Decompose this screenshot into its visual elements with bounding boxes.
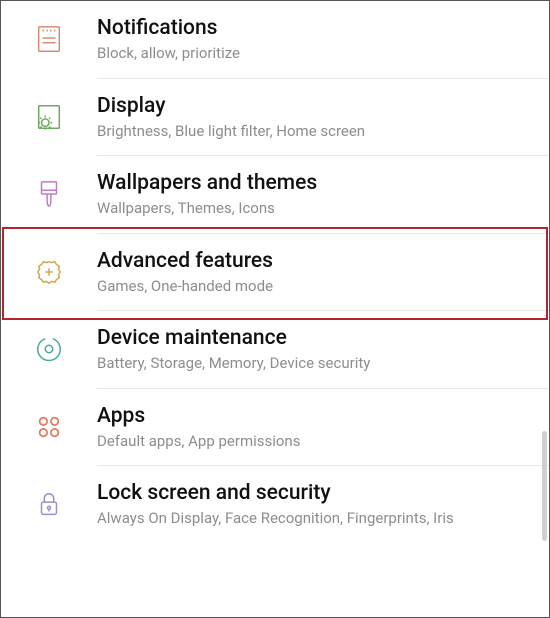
paintbrush-icon <box>1 179 97 209</box>
settings-item-title: Notifications <box>97 15 533 41</box>
settings-item-title: Wallpapers and themes <box>97 170 533 196</box>
settings-item-apps[interactable]: Apps Default apps, App permissions <box>1 389 549 466</box>
settings-item-subtitle: Brightness, Blue light filter, Home scre… <box>97 121 533 141</box>
settings-list: Notifications Block, allow, prioritize D… <box>1 1 549 535</box>
apps-grid-icon <box>1 412 97 442</box>
settings-item-subtitle: Block, allow, prioritize <box>97 43 533 63</box>
settings-item-title: Advanced features <box>97 248 533 274</box>
settings-item-subtitle: Games, One-handed mode <box>97 276 533 296</box>
lock-icon <box>1 489 97 519</box>
settings-item-subtitle: Always On Display, Face Recognition, Fin… <box>97 508 533 528</box>
display-icon <box>1 102 97 132</box>
power-circle-icon <box>1 334 97 364</box>
settings-item-title: Device maintenance <box>97 325 533 351</box>
settings-item-subtitle: Battery, Storage, Memory, Device securit… <box>97 353 533 373</box>
settings-item-notifications[interactable]: Notifications Block, allow, prioritize <box>1 1 549 78</box>
notifications-icon <box>1 24 97 54</box>
settings-item-title: Lock screen and security <box>97 480 533 506</box>
settings-item-lock[interactable]: Lock screen and security Always On Displ… <box>1 466 549 535</box>
settings-item-display[interactable]: Display Brightness, Blue light filter, H… <box>1 79 549 156</box>
settings-item-title: Apps <box>97 403 533 429</box>
settings-item-subtitle: Default apps, App permissions <box>97 431 533 451</box>
settings-item-advanced[interactable]: Advanced features Games, One-handed mode <box>1 234 549 311</box>
settings-item-maintenance[interactable]: Device maintenance Battery, Storage, Mem… <box>1 311 549 388</box>
gear-plus-icon <box>1 257 97 287</box>
settings-item-subtitle: Wallpapers, Themes, Icons <box>97 198 533 218</box>
settings-item-title: Display <box>97 93 533 119</box>
scroll-indicator <box>542 431 547 541</box>
settings-item-wallpapers[interactable]: Wallpapers and themes Wallpapers, Themes… <box>1 156 549 233</box>
